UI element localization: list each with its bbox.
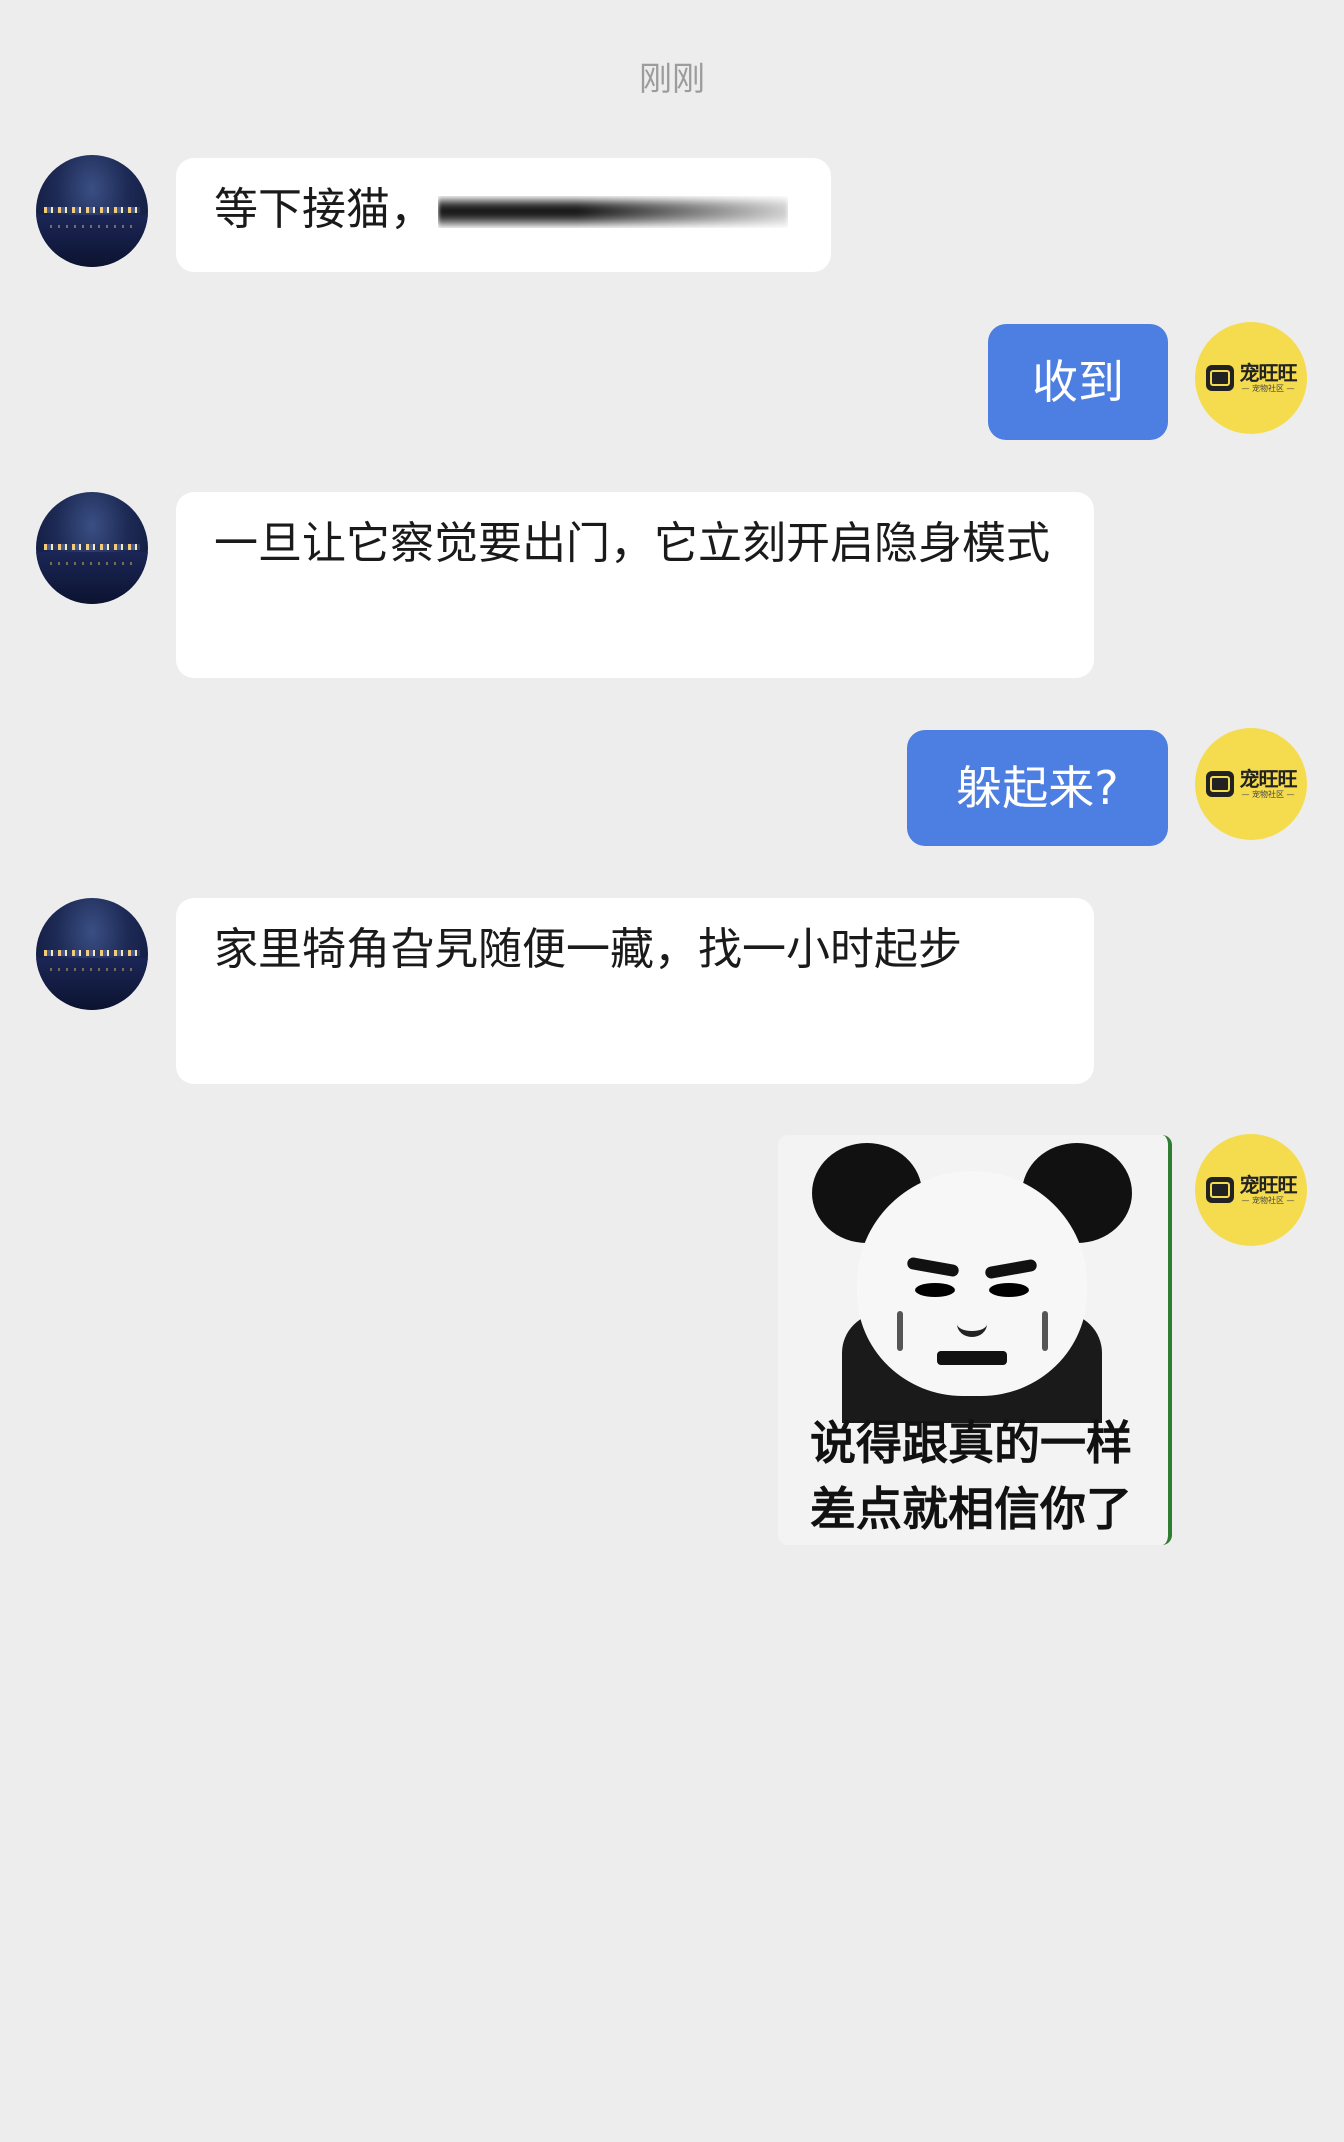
timestamp: 刚刚 [639, 59, 705, 98]
sticker-caption-line1: 说得跟真的一样 [810, 1416, 1132, 1470]
message-bubble-incoming[interactable]: 等下接猫， [176, 158, 831, 272]
avatar-subtitle: — 宠物社区 — [1241, 384, 1295, 393]
avatar-subtitle: — 宠物社区 — [1241, 1196, 1295, 1205]
message-text: 等下接猫， [214, 184, 434, 235]
pet-logo-icon [1205, 1177, 1234, 1203]
avatar-title: 宠旺旺 [1239, 767, 1298, 791]
panda-meme-image [812, 1143, 1132, 1423]
message-bubble-incoming[interactable]: 家里犄角旮旯随便一藏，找一小时起步 [176, 898, 1094, 1084]
message-text: 躲起来? [956, 761, 1119, 815]
pet-logo-icon [1205, 365, 1234, 391]
avatar-subtitle: — 宠物社区 — [1241, 790, 1295, 799]
sticker-message[interactable]: 说得跟真的一样 差点就相信你了 [778, 1135, 1172, 1545]
message-bubble-incoming[interactable]: 一旦让它察觉要出门，它立刻开启隐身模式 [176, 492, 1094, 678]
message-bubble-outgoing[interactable]: 收到 [988, 324, 1168, 440]
contact-avatar[interactable] [36, 492, 148, 604]
avatar-title: 宠旺旺 [1239, 361, 1298, 385]
self-avatar[interactable]: 宠旺旺 — 宠物社区 — [1195, 728, 1307, 840]
avatar-title: 宠旺旺 [1239, 1173, 1298, 1197]
message-text: 收到 [1032, 355, 1124, 409]
message-text: 家里犄角旮旯随便一藏，找一小时起步 [214, 924, 962, 975]
contact-avatar[interactable] [36, 155, 148, 267]
message-bubble-outgoing[interactable]: 躲起来? [907, 730, 1168, 846]
message-text: 一旦让它察觉要出门，它立刻开启隐身模式 [214, 518, 1050, 569]
self-avatar[interactable]: 宠旺旺 — 宠物社区 — [1195, 1134, 1307, 1246]
redacted-text [438, 196, 788, 228]
sticker-caption-line2: 差点就相信你了 [810, 1482, 1132, 1536]
contact-avatar[interactable] [36, 898, 148, 1010]
pet-logo-icon [1205, 771, 1234, 797]
self-avatar[interactable]: 宠旺旺 — 宠物社区 — [1195, 322, 1307, 434]
